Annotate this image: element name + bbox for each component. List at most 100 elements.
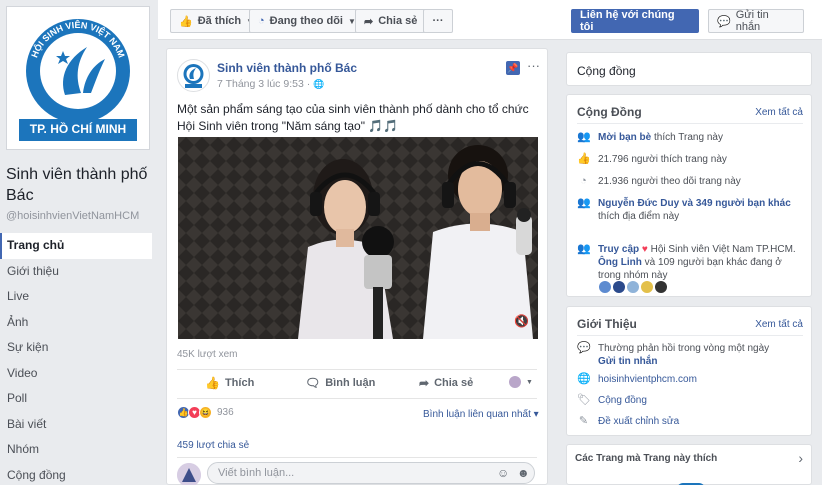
chevron-down-icon: ▼ [526, 378, 533, 386]
globe-icon: 🌐 [313, 79, 325, 89]
visit-link[interactable]: Truy cập [598, 244, 639, 255]
people-icon: 👥 [577, 243, 591, 255]
likes-row: 👍 21.796 người thích trang này [577, 153, 803, 166]
following-label: Đang theo dõi [269, 15, 343, 27]
friends-like-rest: thích địa điểm này [598, 211, 680, 222]
nav-item-about[interactable]: Giới thiệu [0, 259, 152, 285]
video-frame: 🔇 [178, 137, 538, 339]
invite-friends-link[interactable]: Mời bạn bè [598, 132, 651, 143]
comment-label: Bình luận [325, 377, 376, 389]
post-avatar[interactable] [177, 59, 210, 92]
nav-item-groups[interactable]: Nhóm [0, 437, 152, 463]
messenger-icon: 💬 [577, 342, 591, 354]
page-category-card: Cộng đồng [566, 52, 812, 86]
member-avatar[interactable] [655, 281, 667, 293]
send-message-label: Gửi tin nhắn [735, 9, 769, 33]
people-icon: 👥 [577, 197, 591, 209]
nav-item-home[interactable]: Trang chủ [0, 233, 152, 259]
comment-button[interactable]: 🗨 Bình luận [305, 376, 375, 390]
svg-text:🔇: 🔇 [514, 314, 529, 328]
nav-item-posts[interactable]: Bài viết [0, 412, 152, 438]
comment-sort-dropdown[interactable]: Bình luận liên quan nhất ▾ [423, 409, 539, 420]
haha-reaction-icon: 😆 [199, 406, 212, 419]
page-avatar-icon [509, 376, 521, 388]
like-label: Thích [224, 377, 255, 389]
share-label: Chia sẻ [434, 377, 474, 389]
liked-pages-title[interactable]: Các Trang mà Trang này thích [575, 453, 717, 464]
contact-us-button[interactable]: Liên hệ với chúng tôi [571, 9, 699, 33]
member-avatar[interactable] [613, 281, 625, 293]
react-as-selector[interactable]: ▼ [509, 376, 533, 388]
community-see-all[interactable]: Xem tất cả [755, 107, 803, 118]
page-title[interactable]: Sinh viên thành phố Bác [6, 164, 156, 206]
share-arrow-icon: ➦ [419, 376, 430, 390]
like-button[interactable]: 👍 Thích [205, 376, 254, 390]
nav-item-poll[interactable]: Poll [0, 386, 152, 412]
logo-city-text: TP. HỒ CHÍ MINH [29, 122, 127, 136]
likes-count: 21.796 người thích trang này [598, 154, 727, 165]
rss-icon: ◔ [258, 15, 265, 27]
about-see-all[interactable]: Xem tất cả [755, 319, 803, 330]
thumbs-up-icon: 👍 [205, 376, 220, 390]
nav-item-photos[interactable]: Ảnh [0, 310, 152, 336]
pencil-icon: ✎ [578, 415, 589, 427]
more-options-button[interactable]: ··· [423, 9, 453, 33]
nav-item-events[interactable]: Sự kiện [0, 335, 152, 361]
video-view-count: 45K lượt xem [177, 349, 238, 360]
page-handle[interactable]: @hoisinhvienVietNamHCM [6, 210, 139, 222]
suggest-edit-row: ✎ Đề xuất chỉnh sửa [577, 415, 803, 428]
people-icon: 👥 [577, 131, 591, 143]
post-author[interactable]: Sinh viên thành phố Bác [217, 61, 357, 75]
chevron-right-icon[interactable]: › [798, 450, 803, 466]
website-row: 🌐 hoisinhvientphcm.com [577, 373, 803, 386]
page-profile-picture[interactable]: HỘI SINH VIÊN VIỆT NAM TP. HỒ CHÍ MINH [6, 6, 150, 150]
about-card: Giới Thiệu Xem tất cả 💬 Thường phản hồi … [566, 306, 812, 436]
post-timestamp[interactable]: 7 Tháng 3 lúc 9:53 · 🌐 [217, 78, 324, 90]
messenger-icon: 💬 [717, 15, 731, 28]
liked-label: Đã thích [197, 15, 242, 27]
share-label: Chia sẻ [378, 15, 418, 27]
pin-icon[interactable]: 📌 [506, 61, 520, 75]
tag-icon: 🏷 [577, 394, 591, 406]
member-avatar[interactable] [641, 281, 653, 293]
reaction-count: 936 [217, 407, 234, 418]
sticker-icon[interactable]: ☻ [517, 466, 530, 480]
friend-link[interactable]: Ông Linh [598, 257, 642, 268]
category-row: 🏷 Cộng đồng [577, 394, 803, 407]
globe-icon: 🌐 [577, 373, 591, 385]
member-avatar[interactable] [599, 281, 611, 293]
post-video[interactable]: 🔇 [178, 137, 538, 339]
post-text: Một sản phẩm sáng tạo của sinh viên thàn… [177, 102, 529, 133]
post-time-text: 7 Tháng 3 lúc 9:53 · [217, 78, 311, 90]
comment-input[interactable]: Viết bình luận... [207, 462, 535, 484]
comment-composer: Viết bình luận... ☺ ☻ [177, 457, 537, 485]
suggest-edit-link[interactable]: Đề xuất chỉnh sửa [598, 415, 679, 428]
nav-item-community[interactable]: Cộng đồng [0, 463, 152, 485]
nav-item-live[interactable]: Live [0, 284, 152, 310]
send-message-button[interactable]: 💬 Gửi tin nhắn [708, 9, 804, 33]
group-name[interactable]: Hội Sinh viên Việt Nam TP.HCM. [648, 244, 796, 255]
post-options-icon[interactable]: ··· [527, 58, 540, 73]
invite-rest: thích Trang này [651, 132, 723, 143]
divider [577, 123, 803, 124]
share-button[interactable]: ➦ Chia sẻ [419, 376, 473, 390]
reaction-summary[interactable]: 👍 ♥ 😆 936 [177, 406, 234, 419]
share-count[interactable]: 459 lượt chia sẻ [177, 440, 249, 451]
nav-item-videos[interactable]: Video [0, 361, 152, 387]
post-action-row: 👍 Thích 🗨 Bình luận ➦ Chia sẻ ▼ [177, 369, 537, 399]
divider [577, 335, 803, 336]
page-category[interactable]: Cộng đồng [577, 64, 636, 78]
friends-like-link[interactable]: Nguyễn Đức Duy và 349 người bạn khác [598, 198, 791, 209]
share-arrow-icon: ➦ [364, 15, 374, 28]
about-title: Giới Thiệu [577, 317, 637, 331]
about-category-link[interactable]: Cộng đồng [598, 394, 647, 407]
response-time-row: 💬 Thường phản hồi trong vòng một ngày Gửi… [577, 342, 803, 368]
share-page-button[interactable]: ➦ Chia sẻ [355, 9, 427, 33]
member-avatars [599, 281, 669, 293]
emoji-icon[interactable]: ☺ [497, 466, 509, 480]
following-button[interactable]: ◔ Đang theo dõi ▼ [249, 9, 365, 33]
website-link[interactable]: hoisinhvientphcm.com [598, 373, 697, 386]
about-send-message-link[interactable]: Gửi tin nhắn [598, 356, 657, 367]
response-time: Thường phản hồi trong vòng một ngày [598, 343, 770, 354]
member-avatar[interactable] [627, 281, 639, 293]
